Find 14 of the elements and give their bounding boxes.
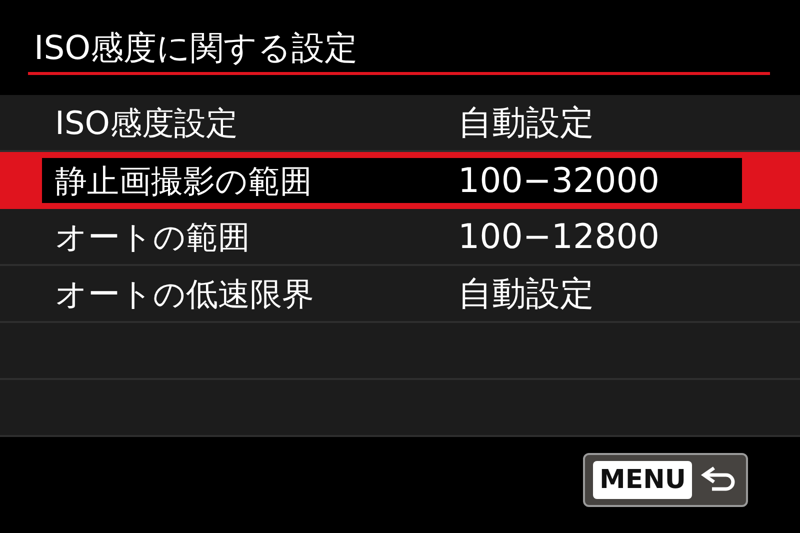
menu-item-label: オートの範囲 [55, 216, 251, 256]
menu-item-label: オートの低速限界 [55, 274, 315, 314]
menu-item-value: 自動設定 [458, 274, 594, 314]
menu-back-button[interactable]: MENU [583, 453, 748, 507]
screen-title: ISO感度に関する設定 [33, 27, 359, 69]
menu-item[interactable]: 静止画撮影の範囲 100−32000 [0, 152, 800, 209]
menu-item-label: 静止画撮影の範囲 [55, 160, 313, 200]
menu-item-value: 100−32000 [458, 160, 660, 200]
menu-item[interactable]: オートの低速限界 自動設定 [0, 266, 800, 323]
menu-item-value: 自動設定 [458, 102, 594, 142]
menu-item-label: ISO感度設定 [55, 102, 239, 142]
menu-item[interactable]: ISO感度設定 自動設定 [0, 95, 800, 152]
menu-item-value: 100−12800 [458, 216, 660, 256]
menu-item[interactable]: オートの範囲 100−12800 [0, 209, 800, 266]
